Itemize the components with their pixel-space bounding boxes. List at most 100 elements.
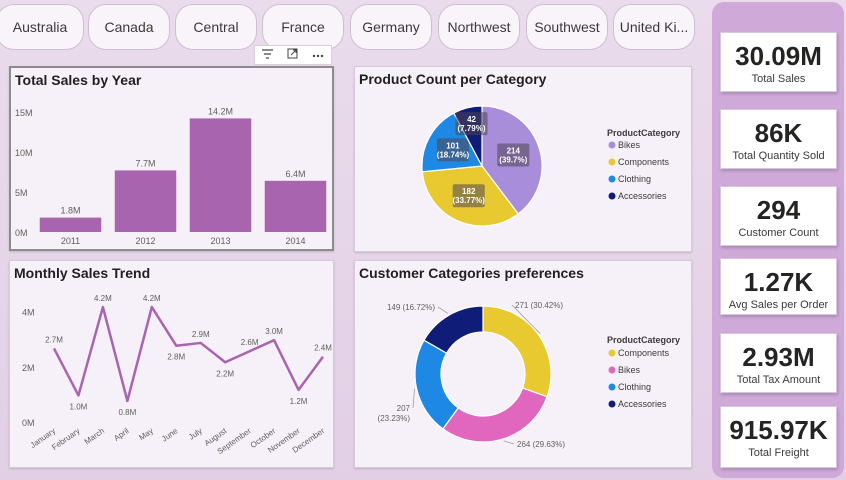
bar-data-label: 6.4M	[285, 169, 305, 179]
kpi-panel: 30.09M Total Sales 86K Total Quantity So…	[712, 2, 844, 478]
donut-data-label: 207	[397, 404, 411, 413]
pie-data-label: 182	[462, 187, 476, 196]
product-count-chart: 214(39.7%) 182(33.77%) 101(18.74%) 42(7.79%…	[421, 105, 680, 227]
kpi-value: 1.27K	[743, 267, 814, 297]
focus-mode-icon[interactable]	[287, 48, 298, 62]
x-tick-label: May	[137, 426, 155, 442]
y-tick-label: 0M	[15, 228, 28, 238]
donut-data-label: (23.23%)	[378, 414, 411, 423]
slicer-chip-northwest[interactable]: Northwest	[438, 4, 520, 50]
line-data-label: 2.6M	[241, 338, 259, 347]
bar-data-label: 14.2M	[208, 106, 233, 116]
kpi-value: 30.09M	[735, 41, 822, 71]
slicer-chip-label: United Ki...	[619, 19, 689, 35]
donut-leader-line	[503, 440, 515, 445]
donut-slice	[442, 387, 548, 443]
bar	[264, 180, 327, 232]
slicer-chip-southwest[interactable]: Southwest	[526, 4, 608, 50]
legend-marker	[608, 400, 616, 408]
donut-data-label: 149 (16.72%)	[387, 303, 435, 312]
x-tick-label: 2012	[135, 236, 155, 246]
slicer-chip-label: Australia	[12, 19, 68, 35]
kpi-label: Total Freight	[748, 447, 809, 459]
pie-data-label: (18.74%)	[437, 150, 470, 159]
line-data-label: 2.8M	[167, 353, 185, 362]
slicer-chip-canada[interactable]: Canada	[88, 4, 170, 50]
x-tick-label: 2011	[61, 236, 80, 246]
kpi-card-total-quantity[interactable]: 86K Total Quantity Sold	[720, 109, 837, 169]
pie-data-label: (39.7%)	[499, 156, 527, 165]
line-data-label: 2.4M	[314, 344, 332, 353]
bar	[189, 118, 252, 232]
legend-marker	[608, 192, 616, 200]
x-tick-label: April	[112, 426, 130, 443]
line-data-label: 2.7M	[45, 335, 63, 344]
pie-data-label: (33.77%)	[452, 196, 485, 205]
y-tick-label: 10M	[15, 148, 33, 158]
kpi-value: 2.93M	[742, 342, 815, 372]
donut-data-label: 271 (30.42%)	[515, 301, 563, 310]
sales-by-year-card[interactable]: Total Sales by Year 0M 5M 10M 15M 1.8M 2011 7.…	[9, 66, 334, 251]
donut-leader-line	[412, 388, 415, 409]
donut-leader-line	[437, 306, 449, 314]
kpi-label: Avg Sales per Order	[728, 299, 829, 311]
slicer-chip-label: Southwest	[534, 19, 600, 35]
y-tick-label: 2M	[22, 363, 35, 373]
y-tick-label: 15M	[15, 108, 33, 118]
y-tick-label: 5M	[15, 188, 28, 198]
bar	[39, 217, 102, 232]
legend-title: ProductCategory	[607, 335, 680, 345]
kpi-label: Total Sales	[751, 73, 806, 85]
line-data-label: 1.0M	[70, 402, 88, 411]
kpi-label: Total Quantity Sold	[732, 150, 825, 162]
kpi-card-customer-count[interactable]: 294 Customer Count	[720, 186, 837, 246]
slicer-chip-label: France	[281, 19, 325, 35]
legend-item: Components	[618, 157, 670, 167]
pie-data-label: (7.79%)	[458, 124, 486, 133]
slicer-chip-label: Northwest	[447, 19, 511, 35]
legend-marker	[608, 383, 616, 391]
legend-marker	[608, 349, 616, 357]
legend-item: Clothing	[618, 174, 651, 184]
line-data-label: 4.2M	[143, 294, 161, 303]
pie-data-label: 101	[446, 141, 460, 150]
line-data-label: 4.2M	[94, 294, 112, 303]
donut-slice	[414, 339, 460, 430]
x-tick-label: 2013	[210, 236, 230, 246]
monthly-trend-chart: 0M2M4M2.7MJanuary1.0MFebruary4.2MMarch0.…	[22, 294, 332, 456]
kpi-label: Customer Count	[738, 227, 819, 239]
slicer-chip-central[interactable]: Central	[175, 4, 257, 50]
pie-data-label: 42	[467, 115, 476, 124]
legend-item: Accessories	[618, 399, 667, 409]
legend-item: Components	[618, 348, 670, 358]
slicer-chip-australia[interactable]: Australia	[0, 4, 84, 50]
legend-item: Clothing	[618, 382, 651, 392]
slicer-chip-united-kingdom[interactable]: United Ki...	[613, 4, 695, 50]
kpi-card-total-tax[interactable]: 2.93M Total Tax Amount	[720, 333, 837, 393]
kpi-card-total-sales[interactable]: 30.09M Total Sales	[720, 32, 837, 92]
customer-prefs-chart: 271 (30.42%) 264 (29.63%) 207(23.23%) 149 (…	[378, 301, 680, 449]
x-tick-label: February	[50, 426, 81, 452]
slicer-chip-label: Canada	[104, 19, 154, 35]
x-tick-label: July	[187, 426, 204, 442]
sales-by-year-chart: 0M 5M 10M 15M 1.8M 2011 7.7M 2012 14.2M 2013 6.4M 2…	[15, 106, 327, 246]
line-data-label: 3.0M	[265, 327, 283, 336]
legend-marker	[608, 366, 616, 374]
legend-marker	[608, 175, 616, 183]
x-tick-label: June	[160, 426, 180, 444]
line-data-label: 0.8M	[118, 408, 136, 417]
legend-item: Bikes	[618, 140, 641, 150]
product-count-card[interactable]: Product Count per Category 214 (39.7%) 182…	[354, 66, 692, 252]
legend-title: ProductCategory	[607, 128, 680, 138]
monthly-trend-card[interactable]: Monthly Sales Trend 0M 2M 4M 2.7M January 1.0…	[9, 260, 334, 468]
slicer-chip-label: Central	[193, 19, 239, 35]
region-slicer: Australia Canada Central France Germany …	[0, 0, 700, 54]
x-tick-label: March	[83, 426, 106, 446]
slicer-chip-germany[interactable]: Germany	[350, 4, 432, 50]
more-options-icon[interactable]	[312, 49, 324, 61]
kpi-card-avg-sales-per-order[interactable]: 1.27K Avg Sales per Order	[720, 258, 837, 315]
customer-prefs-card[interactable]: Customer Categories preferences 271 (30.…	[354, 260, 692, 468]
kpi-card-total-freight[interactable]: 915.97K Total Freight	[720, 406, 837, 468]
filter-icon[interactable]	[262, 48, 273, 62]
slicer-chip-france[interactable]: France	[262, 4, 344, 50]
